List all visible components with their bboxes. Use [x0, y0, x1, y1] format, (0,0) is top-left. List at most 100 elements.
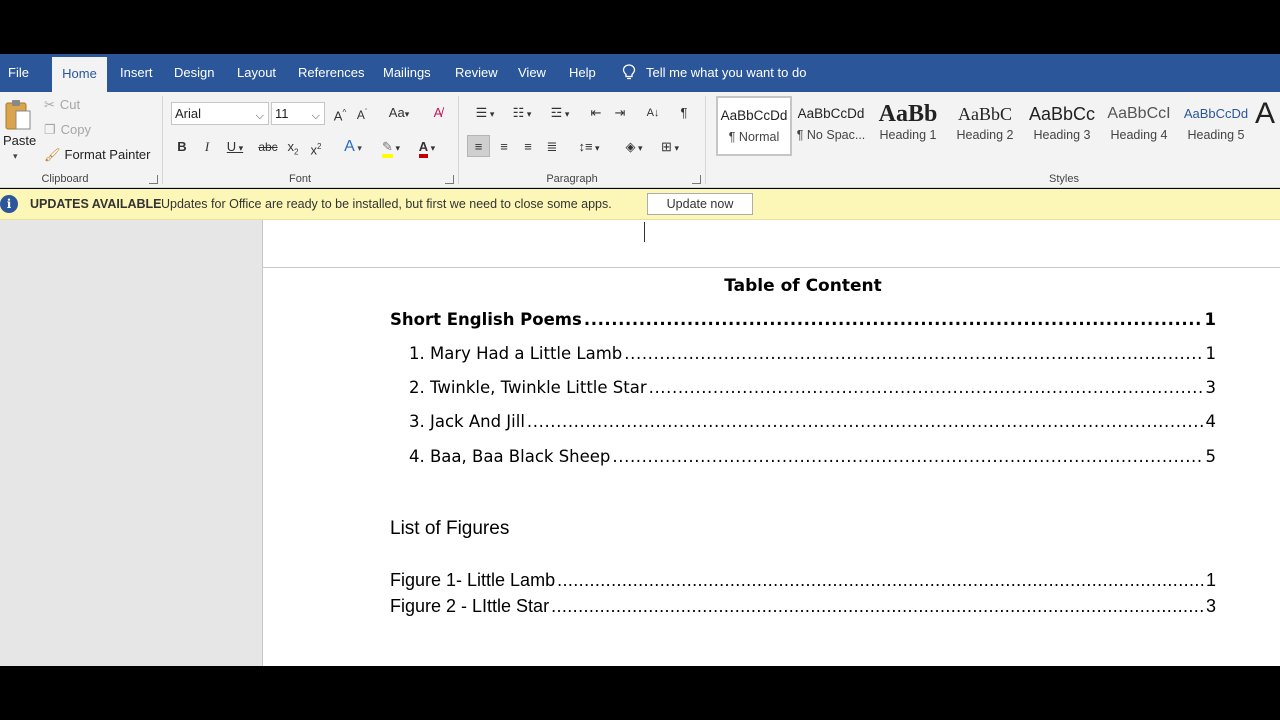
style-heading-3[interactable]: AaBbCc Heading 3 [1024, 96, 1100, 156]
paste-icon [5, 100, 31, 130]
toc-title: Table of Content [724, 276, 882, 296]
style-no-spacing[interactable]: AaBbCcDd ¶ No Spac... [793, 96, 869, 156]
paste-label: Paste [3, 133, 37, 148]
figure-entry-text: Figure 2 - LIttle Star [390, 596, 550, 616]
decrease-indent-icon[interactable]: ⇤ [586, 102, 606, 124]
toc-entry[interactable]: 3. Jack And Jill 4 [409, 412, 1216, 431]
tab-design[interactable]: Design [164, 54, 224, 92]
clear-formatting-icon[interactable]: A̸ [428, 102, 448, 124]
figure-entry[interactable]: Figure 2 - LIttle Star 3 [390, 596, 1216, 617]
figure-entry-page: 1 [1205, 570, 1216, 590]
font-size-combo[interactable]: 11 ⌵ [271, 102, 325, 125]
ribbon-home: Paste ▾ ✂ Cut ❐ Copy 🖌 Format Painter Clipb… [0, 92, 1280, 188]
align-right-icon[interactable]: ≡ [518, 136, 538, 158]
tell-me-label: Tell me what you want to do [646, 65, 807, 80]
paragraph-group-label: Paragraph [546, 173, 598, 185]
paragraph-launcher-icon[interactable] [692, 175, 701, 184]
increase-indent-icon[interactable]: ⇥ [610, 102, 630, 124]
tab-references[interactable]: References [288, 54, 374, 92]
tab-insert[interactable]: Insert [110, 54, 163, 92]
toc-entry[interactable]: Short English Poems 1 [390, 310, 1216, 329]
underline-icon[interactable]: U ▾ [222, 136, 248, 158]
justify-icon[interactable]: ≣ [542, 136, 562, 158]
tab-file[interactable]: File [0, 54, 39, 92]
tab-home[interactable]: Home [52, 57, 107, 92]
style-sample: AaBbCcDd [1183, 106, 1249, 121]
bullets-icon[interactable]: ☰ ▾ [469, 102, 501, 124]
word-window: File Home Insert Design Layout Reference… [0, 0, 1280, 720]
copy-button[interactable]: ❐ Copy [44, 119, 91, 141]
toc-entry-text: 1. Mary Had a Little Lamb [409, 344, 623, 363]
toc-entry-text: 3. Jack And Jill [409, 412, 525, 431]
shading-icon[interactable]: ◈ ▾ [618, 136, 650, 158]
font-launcher-icon[interactable] [445, 175, 454, 184]
style-title[interactable]: A [1255, 96, 1280, 156]
pilcrow-icon[interactable]: ¶ [674, 102, 694, 124]
font-size-value: 11 [275, 106, 289, 121]
figure-entry-page: 3 [1205, 596, 1216, 616]
style-heading-4[interactable]: AaBbCcI Heading 4 [1101, 96, 1177, 156]
tab-review[interactable]: Review [445, 54, 508, 92]
tab-view[interactable]: View [508, 54, 556, 92]
cut-button[interactable]: ✂ Cut [44, 94, 80, 116]
style-name: Heading 2 [956, 128, 1014, 142]
multilevel-list-icon[interactable]: ☲ ▾ [544, 102, 576, 124]
style-sample: AaBbC [958, 104, 1012, 124]
clipboard-launcher-icon[interactable] [149, 175, 158, 184]
dot-leader [612, 447, 1203, 466]
update-now-button[interactable]: Update now [647, 193, 753, 215]
toc-entry-page: 4 [1205, 412, 1217, 431]
style-heading-1[interactable]: AaBb Heading 1 [870, 96, 946, 156]
document-page[interactable]: Table of Content Short English Poems 1 1… [262, 220, 1280, 666]
tell-me-search[interactable]: Tell me what you want to do [622, 54, 806, 92]
style-name: Heading 1 [879, 128, 937, 142]
toc-entry[interactable]: 2. Twinkle, Twinkle Little Star 3 [409, 378, 1216, 397]
info-icon: i [0, 195, 18, 213]
highlight-color-icon[interactable]: ✎ ▾ [375, 136, 407, 158]
figures-heading: List of Figures [390, 518, 510, 539]
font-color-icon[interactable]: A ▾ [411, 136, 443, 158]
borders-icon[interactable]: ⊞ ▾ [654, 136, 686, 158]
line-spacing-icon[interactable]: ↕≡ ▾ [573, 136, 605, 158]
align-center-icon[interactable]: ≡ [494, 136, 514, 158]
text-effects-icon[interactable]: A ▾ [338, 136, 368, 158]
style-name: ¶ No Spac... [796, 128, 866, 142]
font-name-combo[interactable]: Arial ⌵ [171, 102, 269, 125]
subscript-icon[interactable]: x2 [284, 136, 302, 158]
change-case-icon[interactable]: Aa▾ [383, 102, 415, 124]
style-sample: AaBbCcDd [720, 108, 788, 123]
superscript-icon[interactable]: x2 [307, 136, 325, 158]
shrink-font-icon[interactable]: Aˇ [353, 102, 371, 124]
lightbulb-icon [622, 64, 636, 80]
strikethrough-icon[interactable]: abc [257, 136, 279, 158]
toc-entry[interactable]: 1. Mary Had a Little Lamb 1 [409, 344, 1216, 363]
chevron-down-icon: ▾ [13, 151, 18, 161]
bold-icon[interactable]: B [173, 136, 191, 158]
font-name-value: Arial [175, 106, 202, 121]
tab-mailings[interactable]: Mailings [373, 54, 441, 92]
group-divider [162, 96, 163, 184]
align-left-icon[interactable]: ≡ [467, 135, 490, 157]
dot-leader [624, 344, 1203, 363]
sort-icon[interactable]: A↓ [643, 102, 663, 124]
toc-entry[interactable]: 4. Baa, Baa Black Sheep 5 [409, 447, 1216, 466]
style-normal[interactable]: AaBbCcDd ¶ Normal [716, 96, 792, 156]
dot-leader [527, 412, 1204, 431]
style-sample: A [1255, 97, 1276, 126]
figure-entry[interactable]: Figure 1- Little Lamb 1 [390, 570, 1216, 591]
paste-button[interactable]: Paste ▾ [2, 96, 37, 168]
toc-entry-text: 2. Twinkle, Twinkle Little Star [409, 378, 647, 397]
italic-icon[interactable]: I [198, 136, 216, 158]
style-name: Heading 5 [1187, 128, 1245, 142]
format-painter-button[interactable]: 🖌 Format Painter [44, 144, 151, 166]
tab-layout[interactable]: Layout [227, 54, 286, 92]
toc-entry-text: 4. Baa, Baa Black Sheep [409, 447, 611, 466]
style-heading-2[interactable]: AaBbC Heading 2 [947, 96, 1023, 156]
grow-font-icon[interactable]: A^ [331, 102, 349, 124]
tab-help[interactable]: Help [559, 54, 606, 92]
style-name: ¶ Normal [728, 130, 780, 144]
cut-label: Cut [59, 97, 81, 112]
style-heading-5[interactable]: AaBbCcDd Heading 5 [1178, 96, 1254, 156]
numbering-icon[interactable]: ☷ ▾ [506, 102, 538, 124]
letterbox-bottom [0, 666, 1280, 720]
